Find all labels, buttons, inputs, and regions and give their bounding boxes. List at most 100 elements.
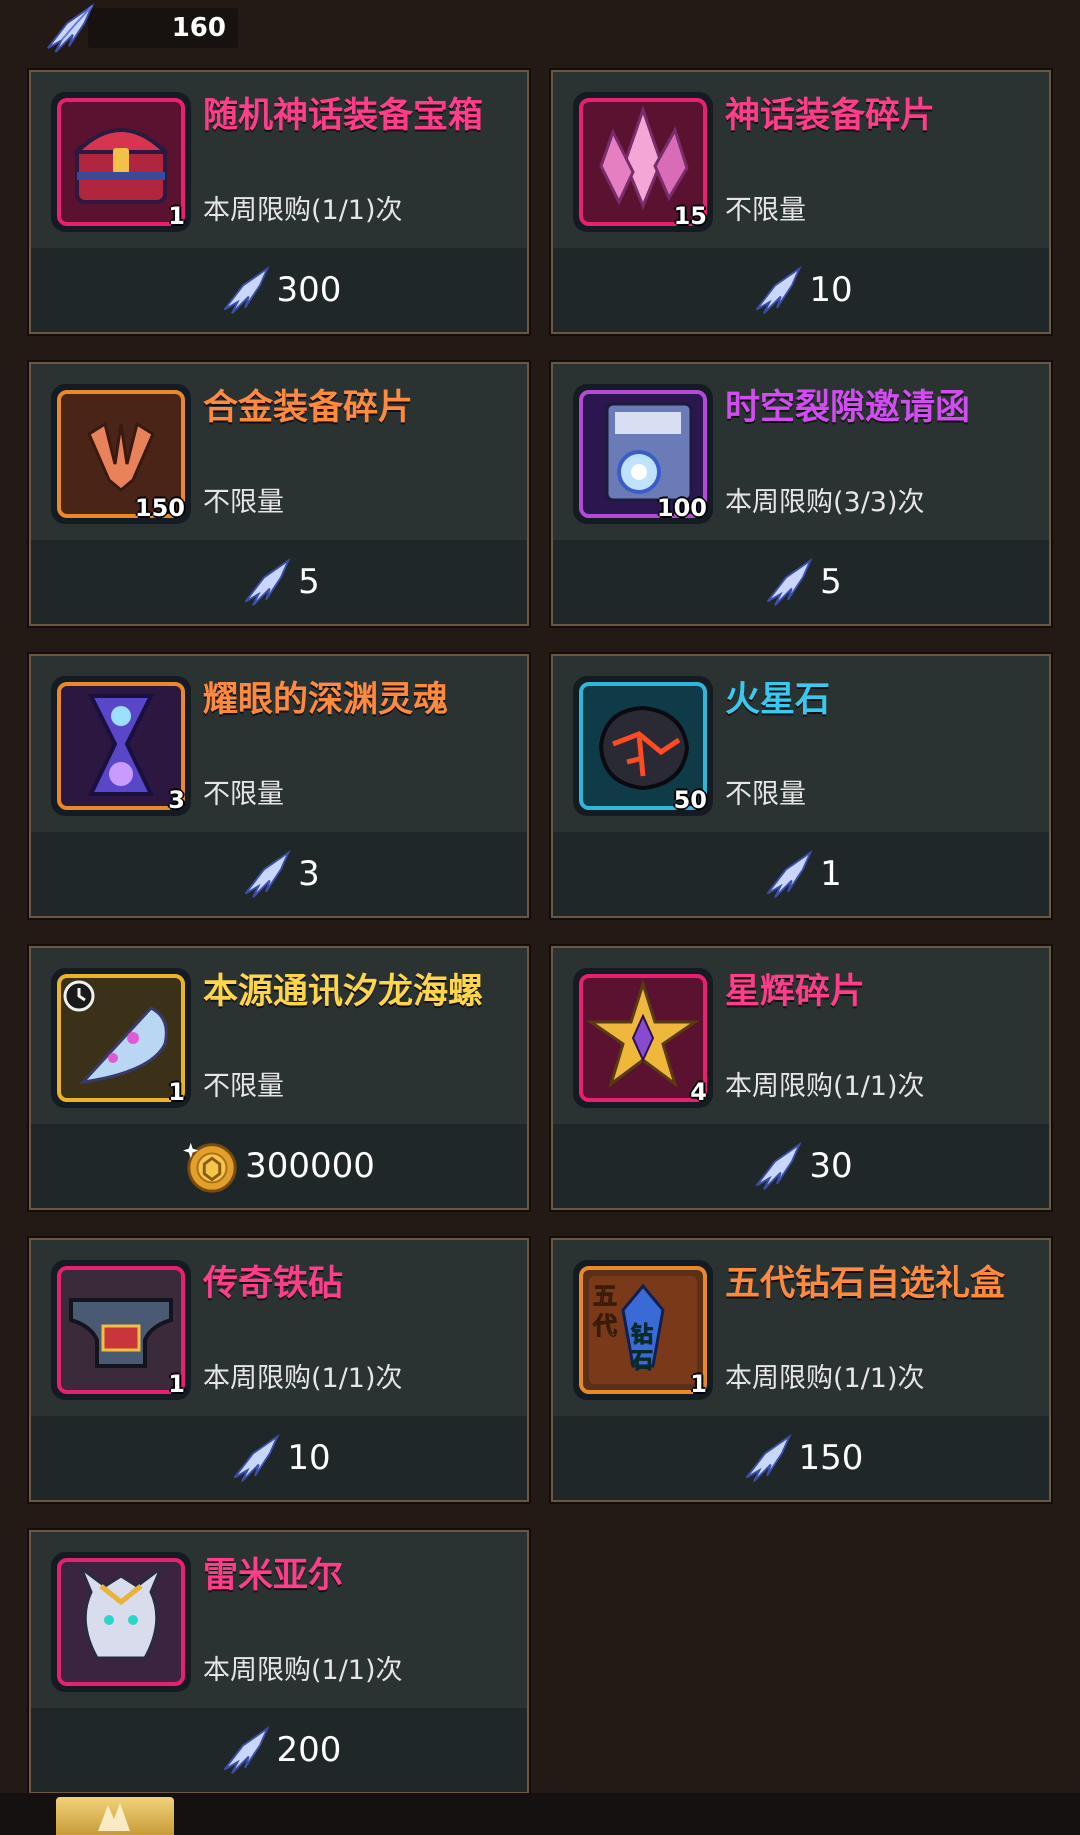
purchase-limit: 不限量	[203, 779, 284, 810]
bottom-tab[interactable]	[56, 1797, 174, 1835]
shop-item-card[interactable]: 雷米亚尔 本周限购(1/1)次 200	[29, 1530, 529, 1794]
item-quantity: 1	[690, 1370, 707, 1398]
price-value: 10	[287, 1438, 331, 1478]
crystal-feather-icon	[766, 849, 813, 898]
price-value: 10	[809, 270, 853, 310]
purchase-limit: 不限量	[203, 1071, 284, 1102]
crystal-feather-icon	[756, 1141, 802, 1190]
shop-item-card[interactable]: 五 代 钻 石 1 五代钻石自选礼盒 本周限购(1/1)次 150	[551, 1238, 1051, 1502]
abyss-soul-icon	[87, 694, 155, 796]
item-thumbnail: 五 代 钻 石 1	[573, 1260, 713, 1400]
purchase-limit: 本周限购(3/3)次	[725, 487, 925, 518]
shop-item-card[interactable]: 1 随机神话装备宝箱 本周限购(1/1)次 300	[29, 70, 529, 334]
item-name: 随机神话装备宝箱	[203, 96, 484, 136]
shop-grid: 1 随机神话装备宝箱 本周限购(1/1)次 300 15 神话装备碎片 不限量 …	[0, 0, 1080, 1835]
shop-item-card[interactable]: 4 星辉碎片 本周限购(1/1)次 30	[551, 946, 1051, 1210]
treasure-chest-icon	[72, 128, 170, 204]
star-shard-icon	[586, 979, 700, 1088]
crystal-feather-icon	[745, 1433, 792, 1482]
item-thumbnail	[51, 1552, 191, 1692]
price-value: 5	[820, 562, 842, 602]
item-thumbnail: 15	[573, 92, 713, 232]
anvil-icon	[69, 1298, 173, 1368]
shop-item-card[interactable]: 1 本源通讯汐龙海螺 不限量 300000	[29, 946, 529, 1210]
price-bar[interactable]: 200	[31, 1708, 527, 1792]
purchase-limit: 本周限购(1/1)次	[203, 1363, 403, 1394]
item-quantity: 3	[168, 786, 185, 814]
price-bar[interactable]: 1	[553, 832, 1049, 916]
tab-emblem-icon	[98, 1803, 130, 1831]
shop-item-card[interactable]: 100 时空裂隙邀请函 本周限购(3/3)次 5	[551, 362, 1051, 626]
badge-char: 代	[592, 1312, 617, 1340]
item-quantity: 1	[168, 202, 185, 230]
item-name: 时空裂隙邀请函	[725, 388, 971, 428]
crystal-feather-icon	[234, 1433, 280, 1482]
crystal-feather-icon	[244, 849, 291, 898]
shop-item-card[interactable]: 150 合金装备碎片 不限量 5	[29, 362, 529, 626]
item-name: 神话装备碎片	[725, 96, 936, 136]
item-quantity: 4	[690, 1078, 707, 1106]
item-name: 星辉碎片	[725, 972, 866, 1012]
crystal-feather-icon	[244, 557, 291, 606]
purchase-limit: 本周限购(1/1)次	[203, 1655, 403, 1686]
purchase-limit: 不限量	[203, 487, 284, 518]
item-thumbnail: 3	[51, 676, 191, 816]
price-bar[interactable]: 10	[553, 248, 1049, 332]
price-bar[interactable]: 10	[31, 1416, 527, 1500]
item-name: 雷米亚尔	[203, 1556, 344, 1596]
item-name: 五代钻石自选礼盒	[725, 1264, 1006, 1304]
price-value: 1	[820, 854, 842, 894]
crystal-feather-icon	[766, 557, 813, 606]
item-quantity: 100	[656, 494, 707, 522]
item-thumbnail: 1	[51, 968, 191, 1108]
shop-item-card[interactable]: 50 火星石 不限量 1	[551, 654, 1051, 918]
purchase-limit: 不限量	[725, 195, 806, 226]
price-value: 3	[298, 854, 320, 894]
price-value: 300	[276, 270, 342, 310]
item-quantity: 50	[673, 786, 707, 814]
item-quantity: 150	[134, 494, 185, 522]
price-value: 5	[298, 562, 320, 602]
crystal-feather-icon	[756, 265, 802, 314]
item-thumbnail: 100	[573, 384, 713, 524]
diamond-gift-box-icon: 五 代 钻 石	[589, 1276, 697, 1384]
item-quantity: 1	[168, 1078, 185, 1106]
price-bar[interactable]: 300000	[31, 1124, 527, 1208]
shop-item-card[interactable]: 1 传奇铁砧 本周限购(1/1)次 10	[29, 1238, 529, 1502]
item-quantity: 15	[673, 202, 707, 230]
badge-char: 石	[630, 1349, 653, 1374]
item-name: 合金装备碎片	[203, 388, 414, 428]
price-bar[interactable]: 300	[31, 248, 527, 332]
item-name: 传奇铁砧	[203, 1264, 344, 1304]
item-name: 本源通讯汐龙海螺	[203, 972, 484, 1012]
badge-char: 五	[593, 1282, 617, 1310]
price-value: 30	[809, 1146, 853, 1186]
dragon-conch-icon	[63, 980, 168, 1085]
shop-item-card[interactable]: 3 耀眼的深渊灵魂 不限量 3	[29, 654, 529, 918]
price-value: 150	[798, 1438, 864, 1478]
price-value: 200	[276, 1730, 342, 1770]
item-quantity: 1	[168, 1370, 185, 1398]
purchase-limit: 本周限购(1/1)次	[203, 195, 403, 226]
price-bar[interactable]: 150	[553, 1416, 1049, 1500]
badge-char: 钻	[631, 1322, 653, 1348]
item-thumbnail: 150	[51, 384, 191, 524]
gold-coin-icon	[183, 1142, 237, 1193]
item-name: 耀眼的深渊灵魂	[203, 680, 449, 720]
crystal-feather-icon	[223, 1725, 270, 1774]
price-bar[interactable]: 5	[553, 540, 1049, 624]
item-thumbnail: 4	[573, 968, 713, 1108]
shop-item-card[interactable]: 15 神话装备碎片 不限量 10	[551, 70, 1051, 334]
item-thumbnail: 1	[51, 92, 191, 232]
dragon-hero-portrait-icon	[77, 1563, 165, 1660]
price-value: 300000	[245, 1146, 375, 1186]
purchase-limit: 本周限购(1/1)次	[725, 1071, 925, 1102]
item-thumbnail: 50	[573, 676, 713, 816]
price-bar[interactable]: 30	[553, 1124, 1049, 1208]
crystal-feather-icon	[223, 265, 270, 314]
price-bar[interactable]: 5	[31, 540, 527, 624]
price-bar[interactable]: 3	[31, 832, 527, 916]
item-name: 火星石	[725, 680, 831, 720]
purchase-limit: 本周限购(1/1)次	[725, 1363, 925, 1394]
item-thumbnail: 1	[51, 1260, 191, 1400]
